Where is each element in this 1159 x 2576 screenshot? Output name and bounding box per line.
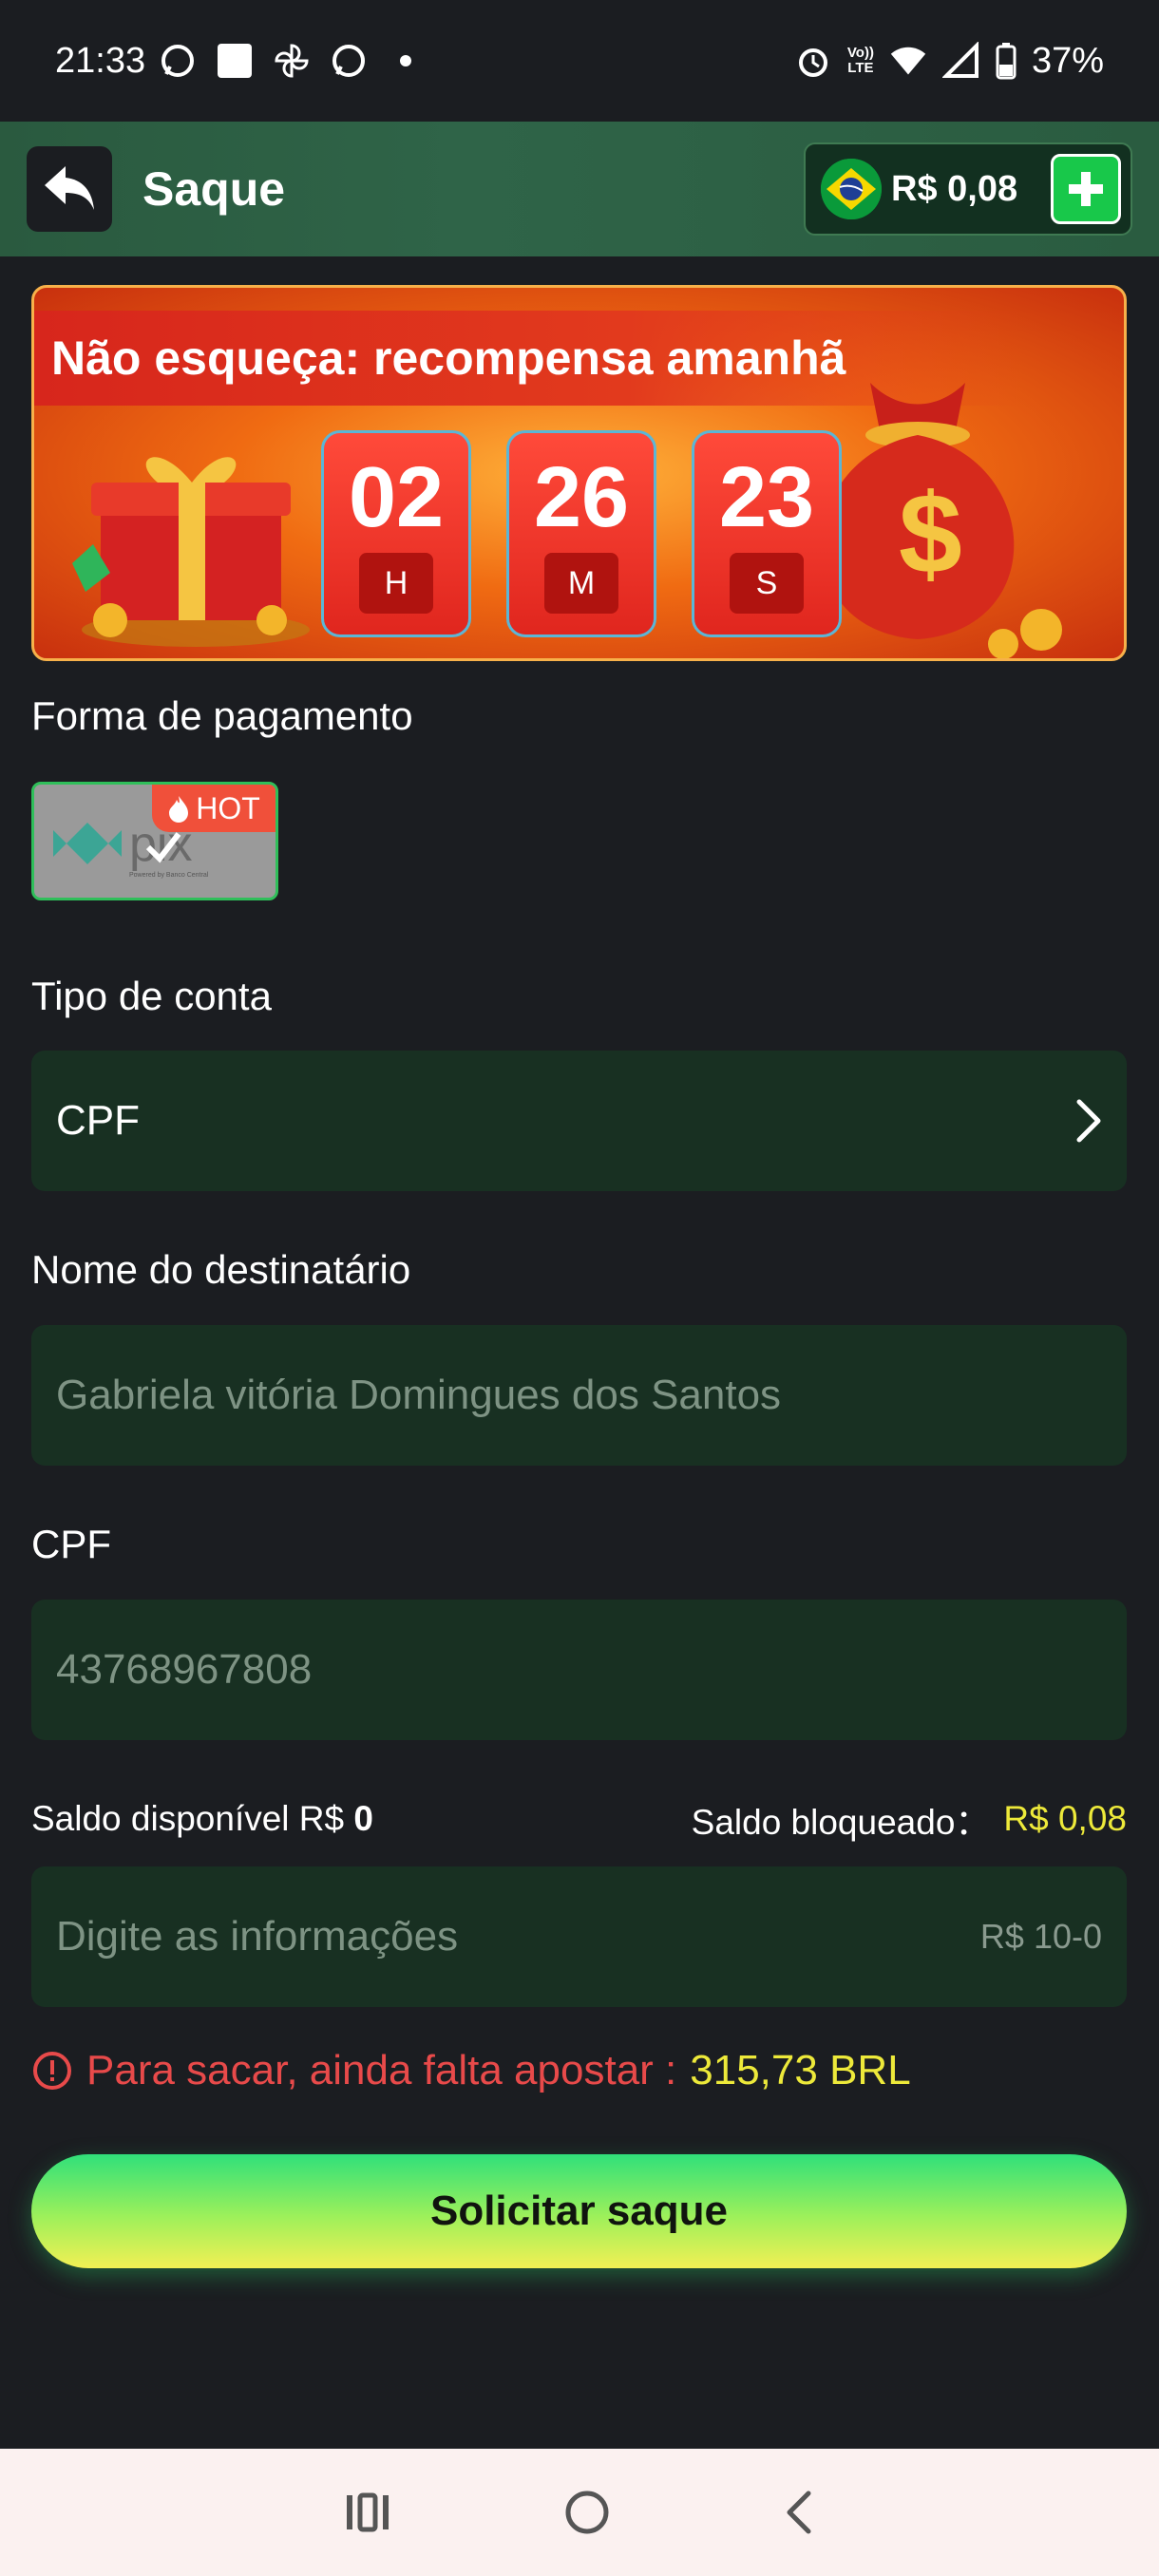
warning-amount: 315,73 BRL <box>690 2047 911 2093</box>
countdown-hours: 02 H <box>321 430 471 637</box>
account-type-label: Tipo de conta <box>31 974 272 1018</box>
wifi-icon <box>889 42 927 80</box>
countdown-seconds: 23 S <box>692 430 842 637</box>
system-navigation-bar <box>0 2449 1159 2576</box>
available-balance-label: Saldo disponível R$ <box>31 1799 354 1838</box>
countdown-minutes: 26 M <box>506 430 656 637</box>
gift-box-icon <box>72 457 310 647</box>
chevron-right-icon <box>1076 1099 1101 1143</box>
recipient-name-label: Nome do destinatário <box>31 1247 411 1292</box>
deposit-plus-button[interactable] <box>1051 154 1121 224</box>
countdown-seconds-unit: S <box>730 553 804 614</box>
whatsapp-icon <box>159 42 197 80</box>
payment-method-label: Forma de pagamento <box>31 693 413 738</box>
alarm-icon <box>794 42 832 80</box>
dot-icon <box>387 42 425 80</box>
countdown-hours-unit: H <box>359 553 433 614</box>
recipient-name-value: Gabriela vitória Domingues dos Santos <box>56 1372 782 1418</box>
svg-text:$: $ <box>899 470 962 597</box>
cpf-field[interactable]: 43768967808 <box>31 1600 1127 1740</box>
hot-badge-label: HOT <box>196 790 260 825</box>
cpf-value: 43768967808 <box>56 1646 313 1693</box>
app-header: Saque R$ 0,08 <box>0 122 1159 256</box>
status-time: 21:33 <box>55 40 146 81</box>
recipient-name-field[interactable]: Gabriela vitória Domingues dos Santos <box>31 1325 1127 1466</box>
account-type-value: CPF <box>56 1097 140 1144</box>
available-balance-value: 0 <box>353 1799 373 1838</box>
pix-payment-option[interactable]: pix Powered by Banco Central HOT <box>31 782 278 900</box>
countdown-minutes-unit: M <box>544 553 618 614</box>
account-type-select[interactable]: CPF <box>31 1051 1127 1191</box>
countdown-minutes-value: 26 <box>533 450 630 545</box>
volte-icon: Vo)) LTE <box>847 46 874 76</box>
request-withdraw-button[interactable]: Solicitar saque <box>31 2154 1127 2268</box>
home-icon[interactable] <box>563 2489 611 2536</box>
pinwheel-icon <box>273 42 311 80</box>
pix-subtitle: Powered by Banco Central <box>129 872 209 879</box>
balance-amount: R$ 0,08 <box>891 168 1018 209</box>
battery-icon <box>996 42 1016 80</box>
blocked-balance-label: Saldo bloqueado： <box>691 1803 991 1842</box>
balance-info-row: Saldo disponível R$ 0 Saldo bloqueado： R… <box>31 1795 1127 1843</box>
wager-warning: Para sacar, ainda falta apostar : 315,73… <box>31 2042 911 2099</box>
warning-text: Para sacar, ainda falta apostar : <box>86 2047 677 2093</box>
countdown-seconds-value: 23 <box>718 450 815 545</box>
back-arrow-icon <box>45 166 94 210</box>
countdown-hours-value: 02 <box>348 450 445 545</box>
back-button[interactable] <box>27 146 112 232</box>
volte-label: Vo)) <box>846 45 874 61</box>
back-nav-icon[interactable] <box>782 2489 816 2536</box>
status-bar: 21:33 Vo)) LTE 37% <box>0 0 1159 122</box>
flame-icon <box>169 796 189 823</box>
lte-label: LTE <box>847 60 874 76</box>
hot-badge: HOT <box>152 785 276 832</box>
amount-range: R$ 10-0 <box>979 1917 1102 1956</box>
page-title: Saque <box>142 162 286 216</box>
exclamation-circle-icon <box>33 2052 71 2090</box>
reward-countdown-banner[interactable]: Não esqueça: recompensa amanhã $ 02 H 26… <box>31 285 1127 661</box>
battery-percent: 37% <box>1031 40 1104 81</box>
plus-icon <box>1069 172 1103 206</box>
banner-title: Não esqueça: recompensa amanhã <box>51 331 846 385</box>
amount-placeholder: Digite as informações <box>56 1913 459 1960</box>
withdraw-amount-input[interactable]: Digite as informações R$ 10-0 <box>31 1866 1127 2007</box>
whatsapp-icon <box>330 42 368 80</box>
recent-apps-icon[interactable] <box>343 2491 392 2533</box>
cpf-label: CPF <box>31 1522 111 1566</box>
blocked-balance-value: R$ 0,08 <box>1003 1799 1127 1838</box>
signal-icon <box>941 42 980 80</box>
brazil-flag-icon <box>821 159 882 219</box>
balance-display[interactable]: R$ 0,08 <box>804 142 1132 236</box>
square-notification-icon <box>216 42 254 80</box>
